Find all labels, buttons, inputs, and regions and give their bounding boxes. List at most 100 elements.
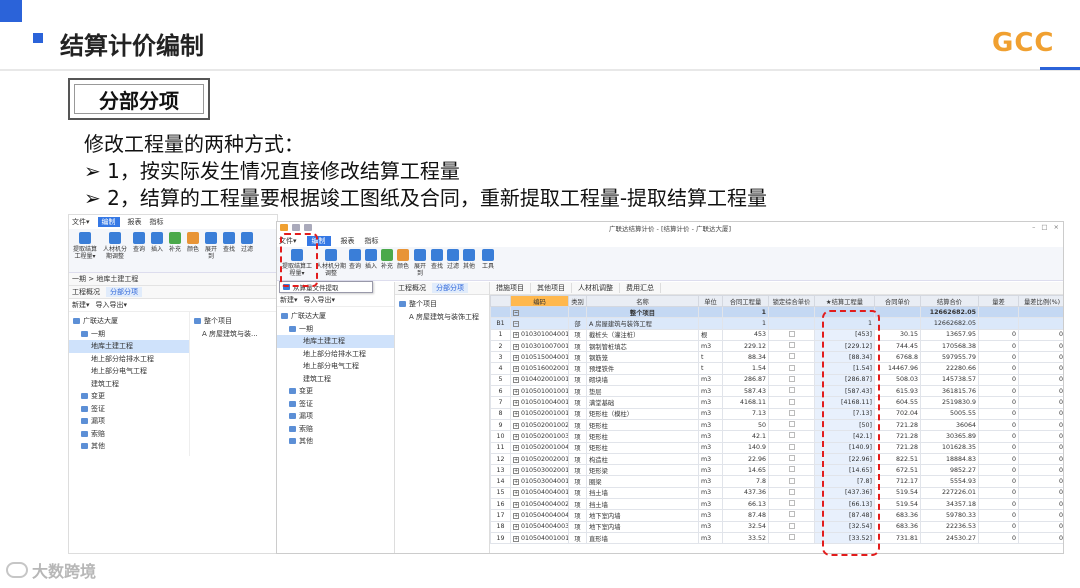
subtree-node[interactable]: A 房屋建筑与装...: [190, 328, 277, 341]
lock-price-checkbox[interactable]: [768, 520, 815, 533]
new-button[interactable]: 新建▾: [280, 295, 298, 305]
table-row[interactable]: 4 +010516002001 项预埋铁件 t 1.54 [1.54] 14467.96 22…: [490, 362, 1063, 375]
lock-price-checkbox[interactable]: [768, 351, 815, 364]
checkbox[interactable]: [788, 522, 795, 529]
tree-node[interactable]: 建筑工程: [69, 378, 189, 391]
checkbox[interactable]: [788, 409, 795, 416]
subtree-node[interactable]: A 房屋建筑与装饰工程: [395, 311, 489, 324]
tree-node[interactable]: 索赔: [69, 428, 189, 441]
table-row[interactable]: 3 +010515004001 项钢筋笼 t 88.34 [88.34] 6768.8 597…: [490, 351, 1063, 364]
lock-price-checkbox[interactable]: [768, 498, 815, 511]
table-row-root[interactable]: − 整个项目 1 12662682.05: [490, 305, 1063, 319]
table-row[interactable]: 17 +010504004004 项地下室内墙 m3 87.48 [87.48] 683.3…: [490, 509, 1063, 522]
cell-qty[interactable]: 4168.11: [722, 396, 769, 409]
expand-button[interactable]: 展开到: [204, 232, 218, 269]
col-header[interactable]: 编码: [510, 295, 569, 307]
lock-price-checkbox[interactable]: [768, 531, 815, 545]
tools-button[interactable]: 工具: [478, 249, 498, 278]
tree-node[interactable]: 变更: [277, 385, 394, 398]
menu-index[interactable]: 指标: [150, 217, 164, 227]
tab-overview[interactable]: 工程概况: [72, 287, 100, 297]
cell-qty[interactable]: 88.34: [722, 351, 769, 364]
tree-node[interactable]: 签证: [277, 398, 394, 411]
cell-qty[interactable]: 14.65: [722, 464, 769, 477]
table-row[interactable]: 11 +010502001004 项矩形柱 m3 140.9 [140.9] 721.28 1…: [490, 441, 1063, 454]
checkbox[interactable]: [788, 534, 795, 541]
col-header[interactable]: 锁定综合单价: [768, 295, 815, 307]
col-header[interactable]: 类别: [568, 295, 587, 307]
undo-icon[interactable]: [304, 224, 312, 231]
tree-node[interactable]: 变更: [69, 390, 189, 403]
checkbox[interactable]: [788, 466, 795, 473]
tab-overview[interactable]: 工程概况: [398, 283, 426, 293]
checkbox[interactable]: [788, 398, 795, 405]
tree-node[interactable]: 一期: [277, 323, 394, 336]
find-button[interactable]: 查找: [430, 249, 444, 278]
cell-qty[interactable]: 42.1: [722, 430, 769, 443]
supplement-button[interactable]: 补充: [380, 249, 394, 278]
expand-icon[interactable]: +: [513, 354, 519, 361]
collapse-icon[interactable]: −: [513, 309, 519, 316]
col-header[interactable]: 名称: [586, 295, 699, 307]
query-button[interactable]: 查询: [348, 249, 362, 278]
collapse-icon[interactable]: −: [513, 320, 519, 327]
table-row[interactable]: 6 +010501001001 项垫层 m3 587.43 [587.43] 615.93 3…: [490, 385, 1063, 398]
lock-price-checkbox[interactable]: [768, 362, 815, 375]
color-button[interactable]: 颜色: [396, 249, 410, 278]
cell-qty[interactable]: 437.36: [722, 486, 769, 500]
filter-button[interactable]: 过滤: [446, 249, 460, 278]
table-row-part[interactable]: B1 − 部 A 房屋建筑与装饰工程 1 1 12662682.05: [490, 317, 1063, 330]
expand-icon[interactable]: +: [513, 422, 519, 429]
menu-file[interactable]: 文件▾: [72, 217, 90, 227]
checkbox[interactable]: [788, 477, 795, 484]
cell-qty[interactable]: 286.87: [722, 373, 769, 387]
close-icon[interactable]: ×: [1054, 223, 1059, 231]
find-button[interactable]: 查找: [222, 232, 236, 269]
supplement-button[interactable]: 补充: [168, 232, 182, 269]
tab-items[interactable]: 分部分项: [106, 287, 142, 297]
maximize-icon[interactable]: □: [1041, 223, 1047, 231]
expand-icon[interactable]: +: [513, 456, 519, 463]
checkbox[interactable]: [788, 342, 795, 349]
checkbox[interactable]: [788, 421, 795, 428]
cell-qty[interactable]: 50: [722, 418, 769, 432]
save-icon[interactable]: [292, 224, 300, 231]
col-header[interactable]: 量差比例(%): [1018, 295, 1063, 307]
lock-price-checkbox[interactable]: [768, 509, 815, 522]
tree-node[interactable]: 地上部分电气工程: [69, 365, 189, 378]
cell-qty[interactable]: 22.96: [722, 452, 769, 466]
table-row[interactable]: 1 +010301004001 项截桩头（灌注桩）根 453 [453] 30.15 136…: [490, 328, 1063, 341]
expand-icon[interactable]: +: [513, 501, 519, 508]
expand-icon[interactable]: +: [513, 467, 519, 474]
col-header[interactable]: 合同工程量: [722, 295, 769, 307]
expand-button[interactable]: 展开到: [412, 249, 428, 278]
col-header[interactable]: ★结算工程量: [814, 295, 875, 307]
lock-price-checkbox[interactable]: [768, 486, 815, 500]
menu-index[interactable]: 指标: [365, 236, 379, 246]
tree-node[interactable]: 地上部分给排水工程: [277, 348, 394, 361]
expand-icon[interactable]: +: [513, 343, 519, 350]
expand-icon[interactable]: +: [513, 479, 519, 486]
table-row[interactable]: 18 +010504004003 项地下室内墙 m3 32.54 [32.54] 683.3…: [490, 520, 1063, 533]
table-row[interactable]: 7 +010501004001 项满堂基础 m3 4168.11 [4168.11] 604…: [490, 396, 1063, 409]
color-button[interactable]: 颜色: [186, 232, 200, 269]
cell-qty[interactable]: 33.52: [722, 531, 769, 545]
checkbox[interactable]: [788, 353, 795, 360]
cell-qty[interactable]: 87.48: [722, 509, 769, 522]
insert-button[interactable]: 插入: [364, 249, 378, 278]
expand-icon[interactable]: +: [513, 377, 519, 384]
cell-qty[interactable]: 7.8: [722, 475, 769, 488]
import-export-button[interactable]: 导入导出▾: [96, 300, 128, 310]
table-row[interactable]: 8 +010502001001 项矩形柱（模柱） m3 7.13 [7.13] 702.04…: [490, 407, 1063, 420]
table-row[interactable]: 12 +010502002001 项构造柱 m3 22.96 [22.96] 822.51 1…: [490, 452, 1063, 466]
table-row[interactable]: 19 +010504001001 项直形墙 m3 33.52 [33.52] 731.81 2…: [490, 531, 1063, 545]
checkbox[interactable]: [788, 488, 795, 495]
tree-node-selected[interactable]: 地库土建工程: [69, 340, 189, 353]
menu-edit[interactable]: 编制: [97, 217, 120, 227]
expand-icon[interactable]: +: [513, 490, 519, 497]
lock-price-checkbox[interactable]: [768, 385, 815, 398]
table-row[interactable]: 15 +010504004001 项挡土墙 m3 437.36 [437.36] 519.5…: [490, 486, 1063, 500]
expand-icon[interactable]: +: [513, 445, 519, 452]
expand-icon[interactable]: +: [513, 400, 519, 407]
checkbox[interactable]: [788, 387, 795, 394]
